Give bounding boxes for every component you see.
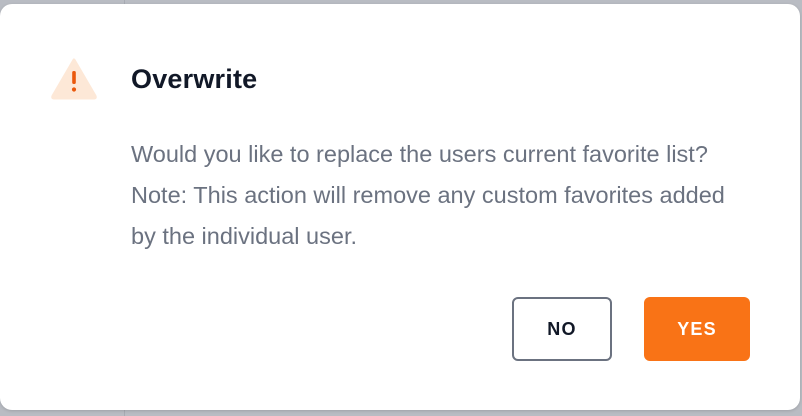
overwrite-dialog: Overwrite Would you like to replace the … [0,4,800,410]
dialog-message: Would you like to replace the users curr… [131,141,725,249]
yes-button[interactable]: YES [644,297,750,361]
warning-triangle-icon [50,56,98,100]
no-button[interactable]: NO [512,297,612,361]
dialog-title: Overwrite [131,64,258,94]
